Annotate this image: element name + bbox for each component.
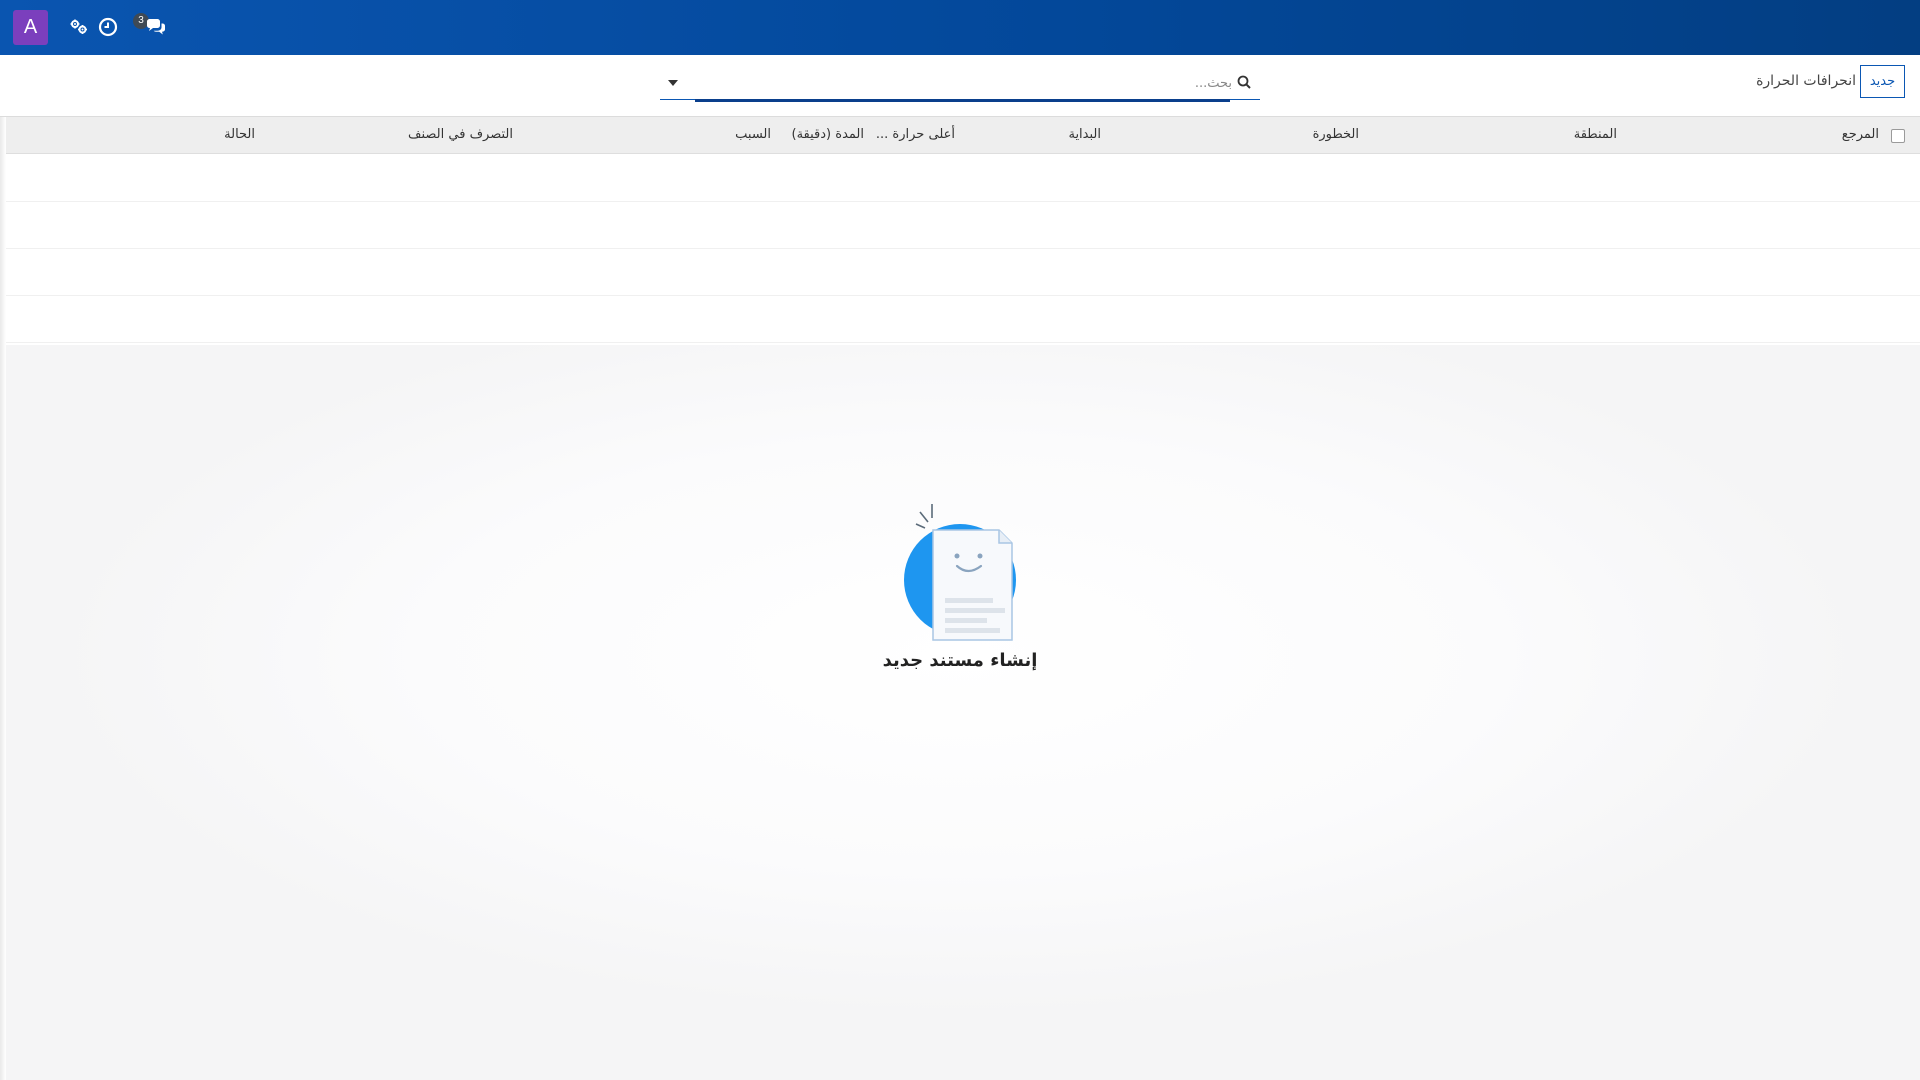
left-edge-shadow xyxy=(0,117,6,1080)
control-panel: جديد انحرافات الحرارة xyxy=(0,55,1920,117)
column-header-reason[interactable]: السبب xyxy=(735,127,771,142)
search-icon[interactable] xyxy=(1236,74,1252,90)
help-title: إنشاء مستند جديد xyxy=(882,650,1038,671)
empty-list-row xyxy=(0,202,1920,249)
column-header-start[interactable]: البداية xyxy=(1068,127,1101,142)
empty-list-row xyxy=(0,155,1920,202)
column-header-status[interactable]: الحالة xyxy=(224,127,255,142)
column-header-zone[interactable]: المنطقة xyxy=(1574,127,1617,142)
search-box xyxy=(660,65,1260,102)
list-header: المرجع المنطقة الخطورة البداية أعلى حرار… xyxy=(0,117,1920,154)
users-gear-icon[interactable] xyxy=(66,15,90,39)
empty-list-row xyxy=(0,249,1920,296)
column-header-reference[interactable]: المرجع xyxy=(1842,127,1879,142)
select-all-checkbox[interactable] xyxy=(1891,129,1905,143)
chat-icon[interactable] xyxy=(144,15,168,39)
user-avatar[interactable]: A xyxy=(13,10,48,45)
top-navbar: A 3 xyxy=(0,0,1920,55)
column-header-severity[interactable]: الخطورة xyxy=(1313,127,1359,142)
search-input[interactable] xyxy=(695,73,1232,93)
column-header-item-action[interactable]: التصرف في الصنف xyxy=(408,127,513,142)
search-progress-bar xyxy=(695,99,1230,102)
clock-icon[interactable] xyxy=(96,15,120,39)
new-document-illustration-icon xyxy=(904,504,1016,641)
breadcrumb-title: انحرافات الحرارة xyxy=(1756,73,1856,89)
caret-down-icon[interactable] xyxy=(665,77,681,89)
column-header-max-temperature[interactable]: أعلى حرارة ... xyxy=(876,127,955,142)
column-header-duration[interactable]: المدة (دقيقة) xyxy=(792,127,864,142)
empty-list-row xyxy=(0,296,1920,343)
new-button[interactable]: جديد xyxy=(1860,65,1905,98)
no-content-help-area xyxy=(0,345,1920,1080)
